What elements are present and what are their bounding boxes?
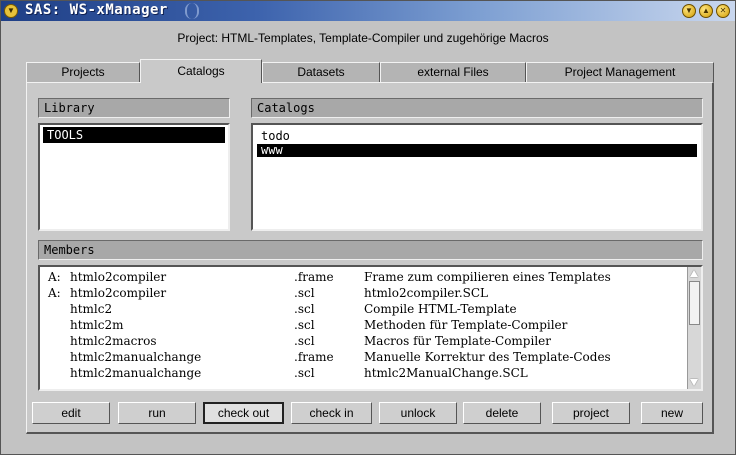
- edit-button[interactable]: edit: [32, 402, 110, 424]
- member-name: htmlc2manualchange: [70, 366, 202, 380]
- table-row[interactable]: htmlc2 .scl Compile HTML-Template: [44, 301, 684, 317]
- member-name: htmlc2: [70, 302, 113, 316]
- title-grip-icon: [185, 3, 199, 19]
- project-button[interactable]: project: [552, 402, 630, 424]
- run-button[interactable]: run: [118, 402, 196, 424]
- members-rows: A: htmlo2compiler .frame Frame zum compi…: [44, 269, 684, 381]
- member-description: htmlc2ManualChange.SCL: [364, 366, 528, 380]
- member-flag: A:: [48, 270, 61, 284]
- scroll-down-icon[interactable]: [690, 379, 698, 386]
- title-bar[interactable]: ▼ SAS: WS-xManager ▼ ▲ ✕: [1, 1, 735, 21]
- member-description: Macros für Template-Compiler: [364, 334, 552, 348]
- tab-external-files[interactable]: external Files: [380, 62, 526, 82]
- member-type: .scl: [294, 302, 315, 316]
- table-row[interactable]: htmlc2manualchange .scl htmlc2ManualChan…: [44, 365, 684, 381]
- window-title: SAS: WS-xManager: [25, 2, 168, 18]
- table-row[interactable]: htmlc2macros .scl Macros für Template-Co…: [44, 333, 684, 349]
- member-type: .frame: [294, 270, 334, 284]
- member-flag: A:: [48, 286, 61, 300]
- member-name: htmlo2compiler: [70, 286, 167, 300]
- member-name: htmlo2compiler: [70, 270, 167, 284]
- delete-button[interactable]: delete: [463, 402, 541, 424]
- unlock-button[interactable]: unlock: [379, 402, 457, 424]
- library-list[interactable]: TOOLS: [38, 123, 230, 231]
- member-description: Manuelle Korrektur des Template-Codes: [364, 350, 611, 364]
- table-row[interactable]: A: htmlo2compiler .scl htmlo2compiler.SC…: [44, 285, 684, 301]
- table-row[interactable]: htmlc2manualchange .frame Manuelle Korre…: [44, 349, 684, 365]
- member-type: .scl: [294, 286, 315, 300]
- table-row[interactable]: A: htmlo2compiler .frame Frame zum compi…: [44, 269, 684, 285]
- check-in-button[interactable]: check in: [291, 402, 372, 424]
- members-header: Members: [38, 240, 703, 260]
- member-type: .scl: [294, 366, 315, 380]
- member-name: htmlc2macros: [70, 334, 157, 348]
- member-type: .frame: [294, 350, 334, 364]
- member-type: .scl: [294, 334, 315, 348]
- main-window: ▼ SAS: WS-xManager ▼ ▲ ✕ Project: HTML-T…: [0, 0, 736, 455]
- minimize-icon[interactable]: ▼: [682, 4, 696, 18]
- member-description: htmlo2compiler.SCL: [364, 286, 489, 300]
- member-name: htmlc2m: [70, 318, 124, 332]
- close-icon[interactable]: ✕: [716, 4, 730, 18]
- tab-catalogs[interactable]: Catalogs: [140, 59, 262, 83]
- list-item[interactable]: todo: [257, 128, 697, 144]
- list-item[interactable]: www: [257, 144, 697, 157]
- check-out-button[interactable]: check out: [203, 402, 284, 424]
- tab-projects[interactable]: Projects: [26, 62, 140, 82]
- table-row[interactable]: htmlc2m .scl Methoden für Template-Compi…: [44, 317, 684, 333]
- member-description: Methoden für Template-Compiler: [364, 318, 568, 332]
- members-list[interactable]: A: htmlo2compiler .frame Frame zum compi…: [38, 265, 703, 391]
- member-description: Frame zum compilieren eines Templates: [364, 270, 611, 284]
- window-menu-icon[interactable]: ▼: [4, 4, 18, 18]
- project-title: Project: HTML-Templates, Template-Compil…: [177, 31, 549, 45]
- catalogs-list[interactable]: todo www: [251, 123, 703, 231]
- scroll-thumb[interactable]: [689, 281, 700, 325]
- tab-project-management[interactable]: Project Management: [526, 62, 714, 82]
- catalogs-header: Catalogs: [251, 98, 703, 118]
- members-scrollbar[interactable]: [687, 267, 701, 389]
- member-description: Compile HTML-Template: [364, 302, 517, 316]
- new-button[interactable]: new: [641, 402, 703, 424]
- member-type: .scl: [294, 318, 315, 332]
- maximize-icon[interactable]: ▲: [699, 4, 713, 18]
- tab-datasets[interactable]: Datasets: [262, 62, 380, 82]
- library-header: Library: [38, 98, 230, 118]
- scroll-up-icon[interactable]: [690, 270, 698, 277]
- list-item[interactable]: TOOLS: [43, 127, 225, 143]
- member-name: htmlc2manualchange: [70, 350, 202, 364]
